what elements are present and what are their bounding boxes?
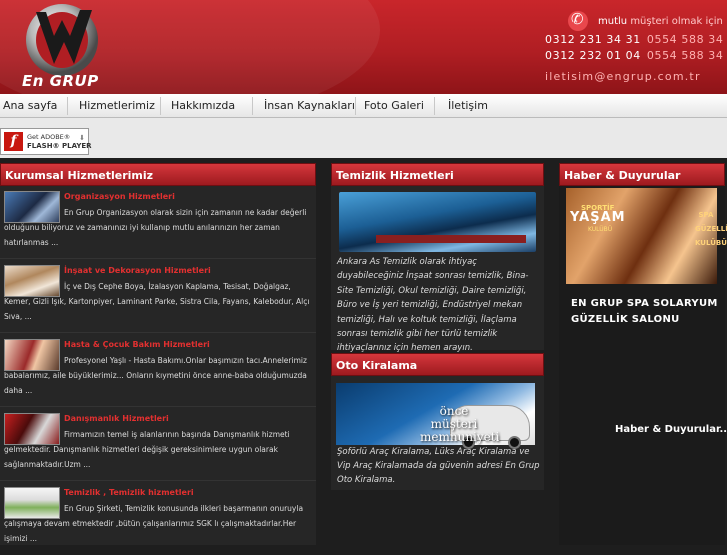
corporate-services-list: Organizasyon Hizmetleri En Grup Organiza… [0,186,316,545]
service-item: Temizlik , Temizlik hizmetleri En Grup Ş… [0,482,316,555]
motto-highlight: müşteri olmak için [630,16,723,27]
service-item: İnşaat ve Dekorasyon Hizmetleri İç ve Dı… [0,260,316,333]
get-flash-player-button[interactable]: f Get ADOBE® FLASH® PLAYER ⬇ [0,128,92,155]
service-summary: Profesyonel Yaşlı - Hasta Bakımı.Onlar b… [4,356,307,395]
car-rental-heading: Oto Kiralama [331,353,544,376]
nav-divider [160,97,161,115]
news-heading: Haber & Duyurular [559,163,725,186]
phone-line-2: 0312 232 01 04 0554 588 34 43 [545,49,727,62]
phone-primary: 0312 232 01 04 [545,49,641,62]
news-more-link[interactable]: Haber & Duyurular.... [615,424,727,435]
car-rental-description: Şoförlü Araç Kiralama, Lüks Araç Kiralam… [337,447,540,485]
service-title-link[interactable]: İnşaat ve Dekorasyon Hizmetleri [64,266,211,275]
spa-banner-side-text: SPA GÜZELLİK KULÜBÜ [695,211,727,247]
flash-strip [0,118,727,158]
nav-item-hr[interactable]: İnsan Kaynakları [262,94,357,118]
contact-email-link[interactable]: iletisim@engrup.com.tr [545,70,701,83]
service-summary: Firmamızın temel iş alanlarının başında … [4,430,290,469]
phone-icon [568,10,588,31]
corporate-services-heading: Kurumsal Hizmetlerimiz [0,163,316,186]
service-item: Danışmanlık Hizmetleri Firmamızın temel … [0,408,316,481]
spa-news-title-link[interactable]: EN GRUP SPA SOLARYUM GÜZELLİK SALONU [571,296,721,328]
spa-banner-title: YAŞAM [570,210,626,225]
car-banner-caption: önce müşteri memnuniyeti [420,404,500,444]
flash-label-2: FLASH® PLAYER [27,142,92,150]
nav-divider [434,97,435,115]
nav-item-about[interactable]: Hakkımızda [169,94,237,118]
cleaning-services-heading: Temizlik Hizmetleri [331,163,544,186]
service-item: Organizasyon Hizmetleri En Grup Organiza… [0,186,316,259]
service-summary: En Grup Şirketi, Temizlik konusunda ilkl… [4,504,304,543]
phone-mobile: 0554 588 34 43 [646,49,727,62]
service-summary: En Grup Organizasyon olarak sizin için z… [4,208,307,247]
site-header: En GRUP mutlu müşteri olmak için 0312 23… [0,0,727,94]
service-summary: İç ve Dış Cephe Boya, İzalasyon Kaplama,… [4,282,310,321]
nav-item-contact[interactable]: İletişim [446,94,490,118]
logo-wordmark: En GRUP [22,72,99,90]
nav-divider [252,97,253,115]
cleaning-banner-image[interactable] [339,192,536,252]
phone-line-1: 0312 231 34 31 0554 588 34 34 [545,33,727,46]
nav-divider [67,97,68,115]
flash-label-1: Get ADOBE® [27,133,71,141]
nav-divider [355,97,356,115]
download-arrow-icon: ⬇ [79,134,85,142]
service-item: Hasta & Çocuk Bakım Hizmetleri Profesyon… [0,334,316,407]
phone-mobile: 0554 588 34 34 [646,33,727,46]
nav-item-services[interactable]: Hizmetlerimiz [77,94,157,118]
flash-icon: f [4,132,23,151]
cleaning-description: Ankara As Temizlik olarak ihtiyaç duyabi… [337,257,529,354]
phone-primary: 0312 231 34 31 [545,33,641,46]
nav-item-gallery[interactable]: Foto Galeri [362,94,426,118]
main-nav: Ana sayfa Hizmetlerimiz Hakkımızda İnsan… [0,94,727,118]
spa-banner-subtitle: KULÜBÜ [588,226,613,233]
service-title-link[interactable]: Temizlik , Temizlik hizmetleri [64,488,194,497]
service-title-link[interactable]: Hasta & Çocuk Bakım Hizmetleri [64,340,210,349]
service-title-link[interactable]: Organizasyon Hizmetleri [64,192,175,201]
service-title-link[interactable]: Danışmanlık Hizmetleri [64,414,169,423]
nav-item-home[interactable]: Ana sayfa [1,94,59,118]
motto-prefix: mutlu [598,16,628,27]
cleaning-banner-strip [376,235,526,243]
header-motto: mutlu müşteri olmak için [598,16,723,27]
